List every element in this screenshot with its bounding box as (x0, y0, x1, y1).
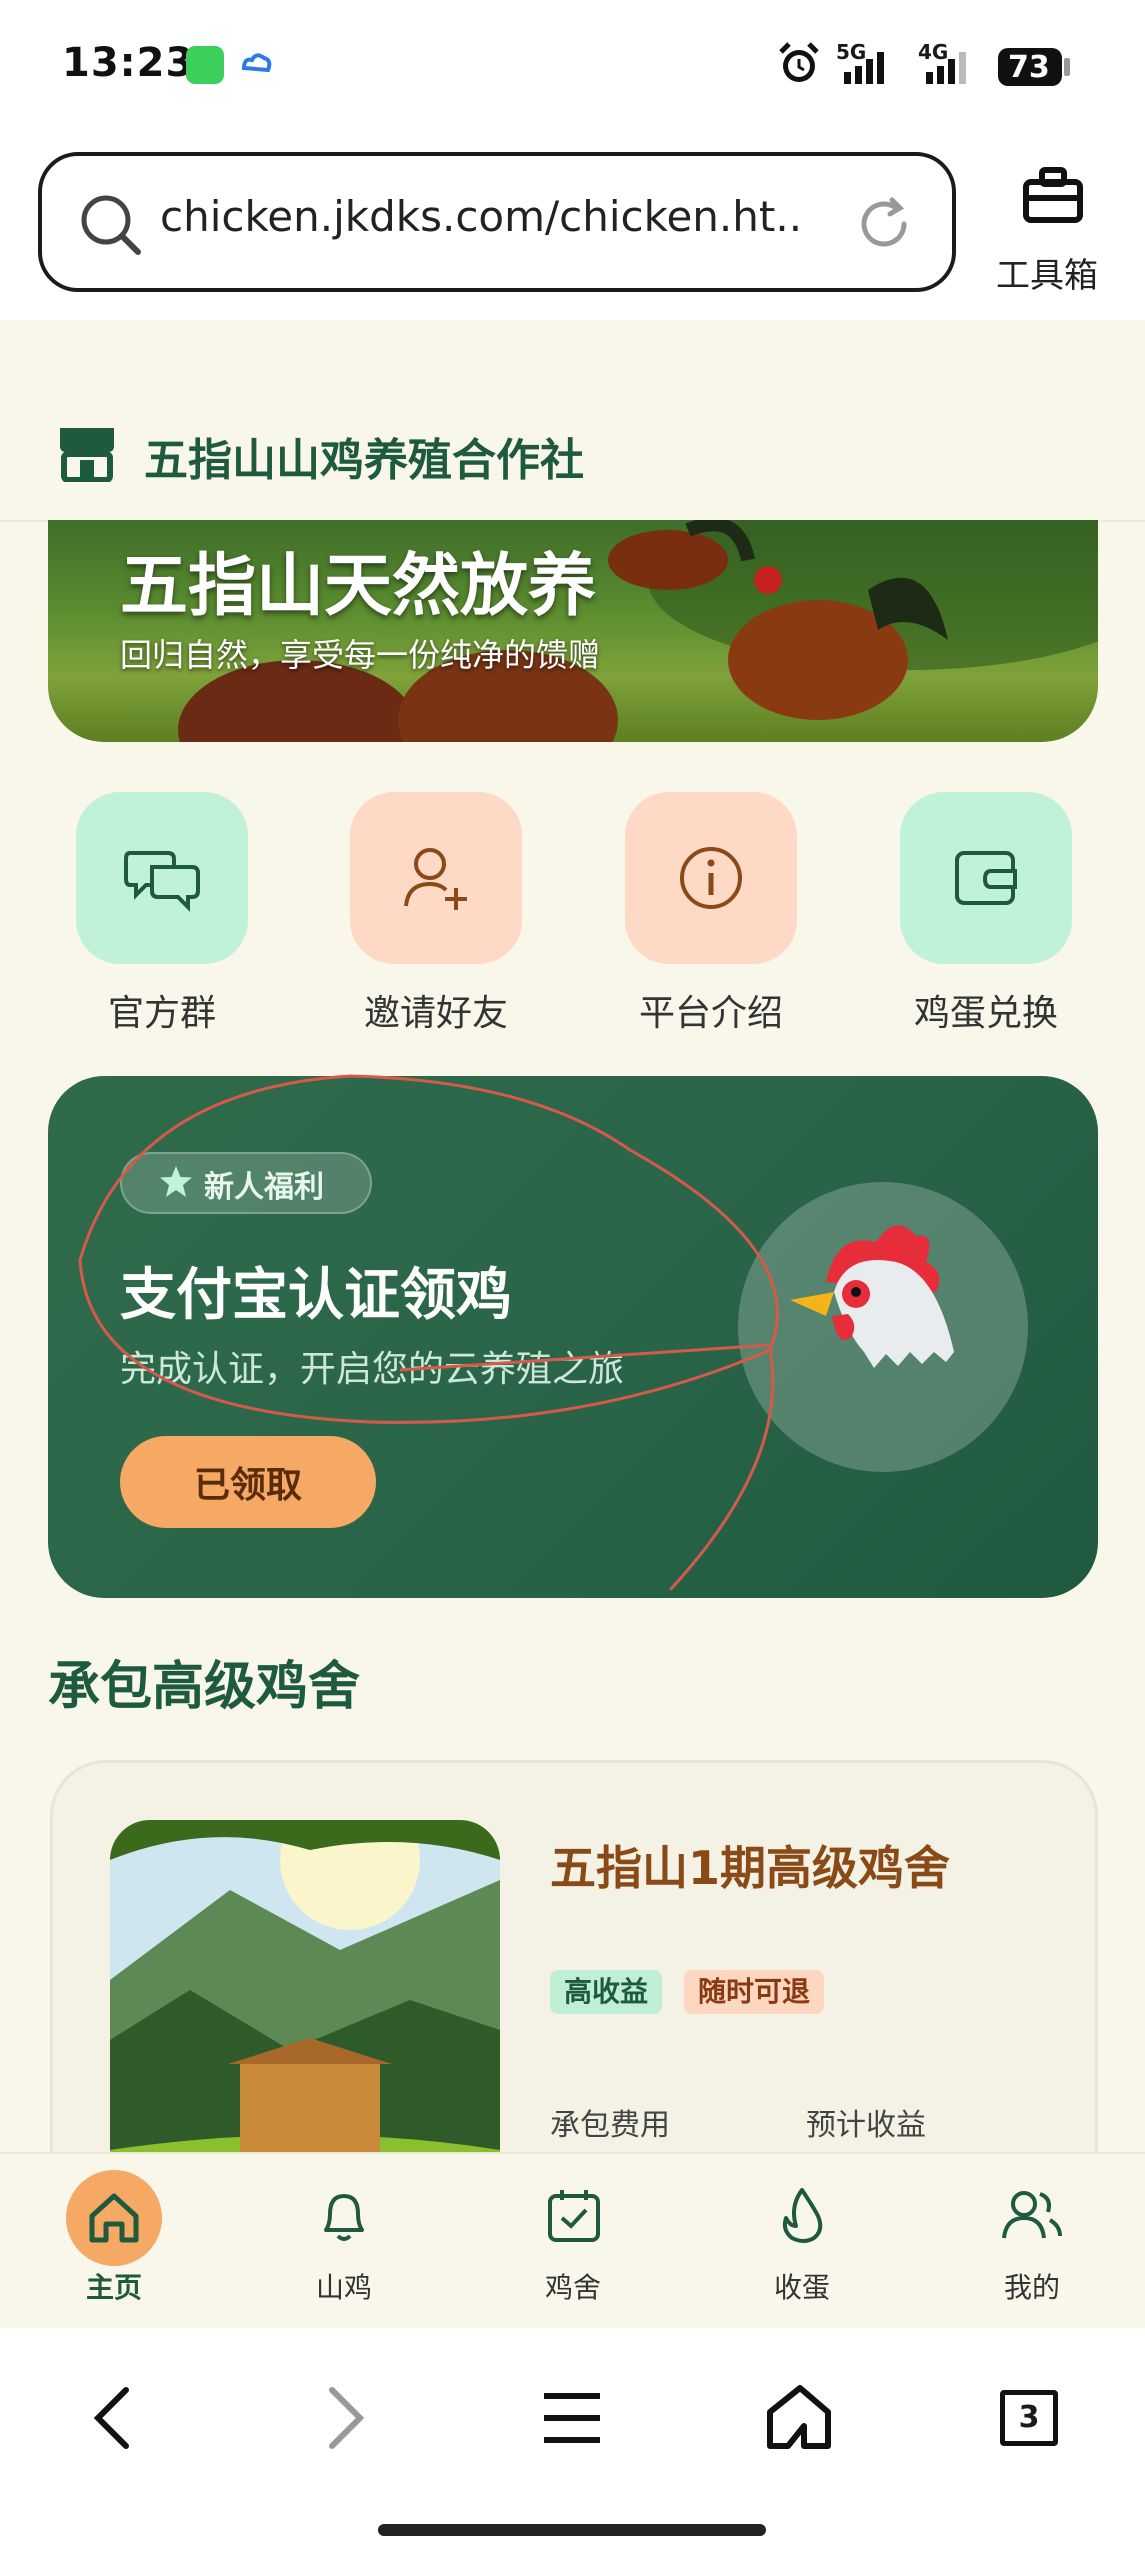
status-time: 13:23 (62, 40, 195, 86)
expected-income-label: 预计收益 (806, 2108, 926, 2143)
home-page-icon[interactable] (764, 2382, 834, 2452)
tab-home[interactable]: 主页 (14, 2266, 214, 2306)
back-icon[interactable] (86, 2386, 140, 2450)
forward-icon[interactable] (318, 2386, 372, 2450)
quick-action-platform-info[interactable] (625, 792, 797, 964)
calendar-check-icon[interactable] (544, 2186, 604, 2246)
battery-tip (1064, 58, 1070, 76)
tab-profile[interactable]: 我的 (932, 2266, 1132, 2306)
signal-4g-icon (926, 52, 966, 84)
home-icon[interactable] (86, 2190, 142, 2246)
store-icon (60, 428, 114, 482)
tabs-count-button[interactable]: 3 (1000, 2390, 1058, 2446)
tag-refundable: 随时可退 (684, 1970, 825, 2014)
battery-level: 73 (1008, 50, 1050, 85)
app-header (0, 320, 1145, 522)
rooster-icon (790, 1225, 954, 1368)
add-user-icon (404, 848, 467, 910)
handwritten-annotation (78, 1074, 779, 1590)
users-icon[interactable] (1000, 2186, 1064, 2246)
cloud-app-icon (241, 53, 272, 73)
quick-action-label: 平台介绍 (638, 993, 783, 1034)
toolbox-label[interactable]: 工具箱 (996, 248, 1098, 297)
banner-subtitle: 回归自然，享受每一份纯净的馈赠 (120, 636, 601, 674)
quick-action-official-group[interactable] (76, 792, 248, 964)
quick-action-label: 鸡蛋兑换 (913, 993, 1058, 1034)
tab-henhouse[interactable]: 鸡舍 (473, 2266, 673, 2306)
messages-app-icon (186, 46, 224, 84)
flame-icon[interactable] (774, 2186, 830, 2246)
quick-action-egg-exchange[interactable] (900, 792, 1072, 964)
signal-5g-icon (844, 52, 884, 84)
quick-action-label: 邀请好友 (363, 993, 508, 1034)
tab-collect-eggs[interactable]: 收蛋 (702, 2266, 902, 2306)
toolbox-icon[interactable] (1020, 164, 1086, 226)
menu-icon[interactable] (542, 2390, 602, 2446)
url-text[interactable]: chicken.jkdks.com/chicken.ht... (160, 192, 800, 241)
chat-icon (124, 851, 200, 912)
banner-title: 五指山天然放养 (120, 547, 597, 626)
contract-fee-label: 承包费用 (550, 2108, 670, 2143)
reload-icon[interactable] (856, 194, 916, 254)
home-indicator[interactable] (378, 2524, 766, 2536)
info-icon (680, 847, 742, 909)
quick-action-invite[interactable] (350, 792, 522, 964)
wallet-icon (955, 851, 1017, 905)
chicken-house-name: 五指山1期高级鸡舍 (550, 1841, 951, 1895)
alarm-icon (779, 42, 819, 82)
search-icon (81, 195, 141, 255)
tag-high-yield: 高收益 (550, 1970, 663, 2014)
tab-pheasant[interactable]: 山鸡 (244, 2266, 444, 2306)
page-title: 五指山山鸡养殖合作社 (144, 435, 584, 486)
bell-icon[interactable] (314, 2186, 374, 2246)
section-title: 承包高级鸡舍 (48, 1657, 361, 1717)
quick-action-label: 官方群 (107, 993, 216, 1034)
